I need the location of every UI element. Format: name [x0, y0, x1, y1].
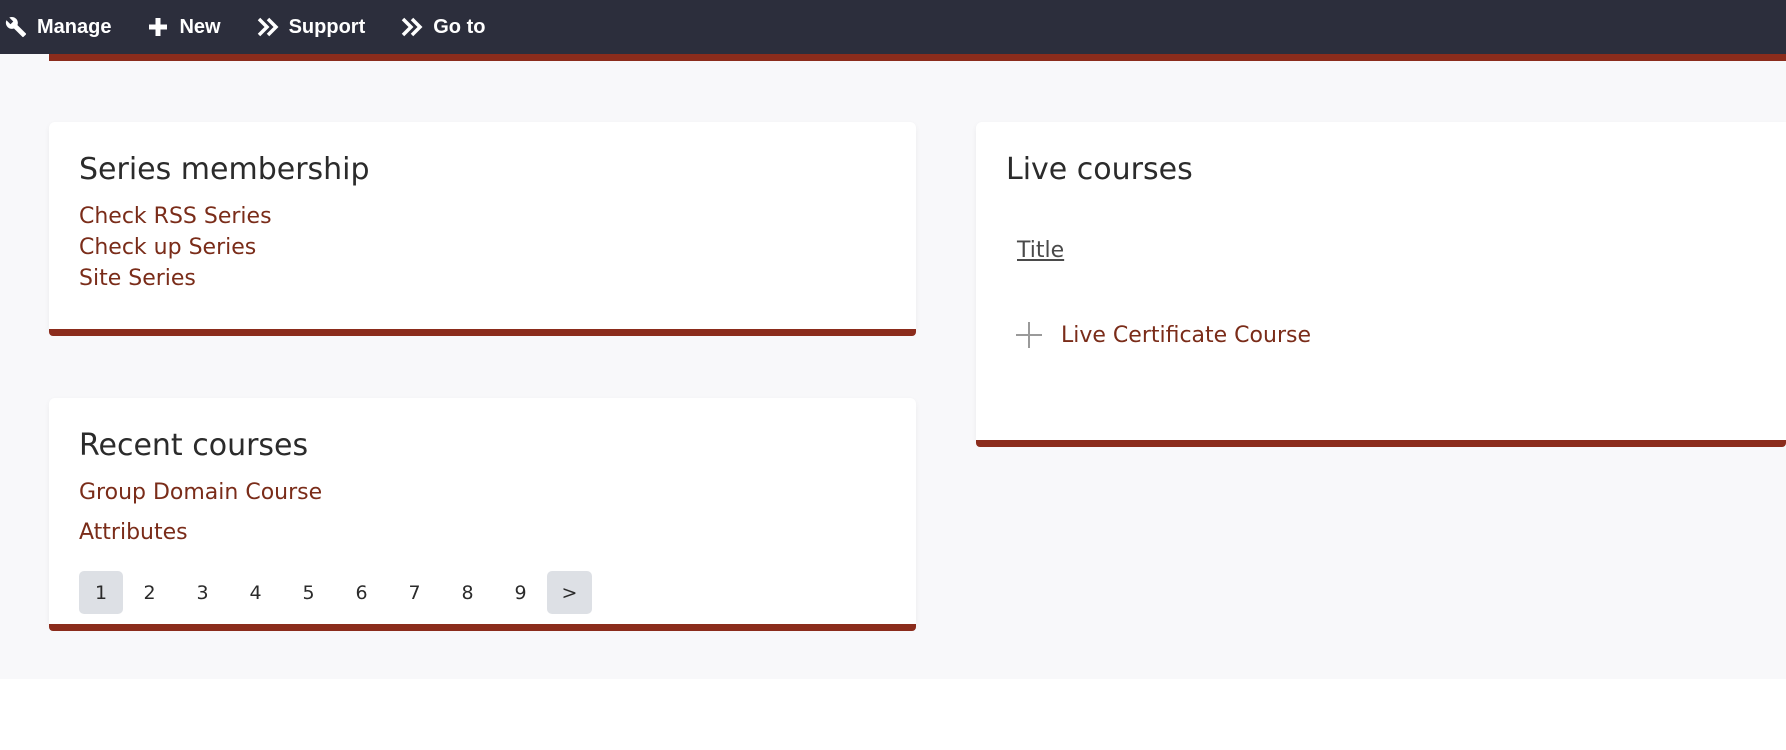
- toolbar-goto[interactable]: Go to: [401, 0, 485, 54]
- toolbar-goto-label: Go to: [433, 15, 486, 38]
- recent-courses-card: Recent courses Group Domain Course Attri…: [49, 398, 916, 631]
- page-link[interactable]: 3: [176, 571, 229, 614]
- pagination: 1 2 3 4 5 6 7 8 9 >: [79, 571, 592, 614]
- page-next-button[interactable]: >: [547, 571, 592, 614]
- toolbar-manage-label: Manage: [37, 15, 112, 38]
- page-link[interactable]: 2: [123, 571, 176, 614]
- expand-plus-icon[interactable]: [1016, 322, 1042, 348]
- plus-icon: [147, 16, 169, 38]
- title-column-header[interactable]: Title: [1017, 238, 1064, 263]
- course-link[interactable]: Attributes: [79, 520, 188, 545]
- series-membership-title: Series membership: [79, 152, 370, 187]
- toolbar-support-label: Support: [288, 15, 366, 38]
- toolbar-new[interactable]: New: [147, 0, 221, 54]
- series-link[interactable]: Check up Series: [79, 235, 256, 260]
- table-row: Live Certificate Course: [1016, 322, 1311, 348]
- header-accent-bar: [49, 54, 1786, 61]
- recent-courses-title: Recent courses: [79, 428, 309, 463]
- series-membership-card: Series membership Check RSS Series Check…: [49, 122, 916, 336]
- page-current[interactable]: 1: [79, 571, 123, 614]
- toolbar-support[interactable]: Support: [257, 0, 366, 54]
- course-link[interactable]: Group Domain Course: [79, 480, 322, 505]
- toolbar-manage[interactable]: Manage: [5, 0, 111, 54]
- live-courses-title: Live courses: [1006, 152, 1193, 187]
- wrench-icon: [5, 16, 27, 38]
- live-course-link[interactable]: Live Certificate Course: [1061, 323, 1311, 348]
- toolbar-new-label: New: [179, 15, 221, 38]
- page-link[interactable]: 6: [335, 571, 388, 614]
- double-chevron-right-icon: [401, 16, 423, 38]
- main-content: Series membership Check RSS Series Check…: [0, 54, 1786, 679]
- live-courses-card: Live courses Title Live Certificate Cour…: [976, 122, 1786, 447]
- page-link[interactable]: 7: [388, 571, 441, 614]
- page-link[interactable]: 4: [229, 571, 282, 614]
- page-link[interactable]: 8: [441, 571, 494, 614]
- page-link[interactable]: 5: [282, 571, 335, 614]
- double-chevron-right-icon: [257, 16, 279, 38]
- series-link[interactable]: Site Series: [79, 266, 196, 291]
- page-link[interactable]: 9: [494, 571, 547, 614]
- series-link[interactable]: Check RSS Series: [79, 204, 272, 229]
- admin-toolbar: Manage New Support Go to: [0, 0, 1786, 54]
